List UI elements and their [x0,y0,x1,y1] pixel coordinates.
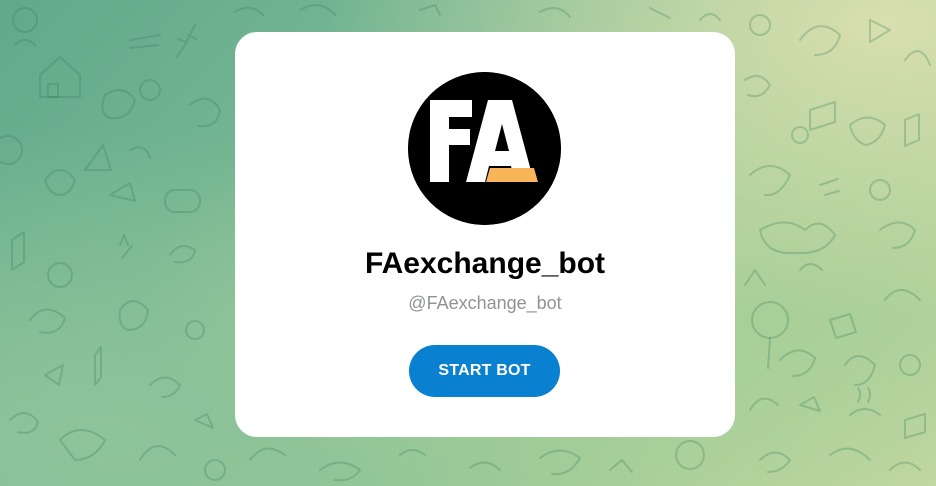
bot-name: FAexchange_bot [364,247,606,280]
bot-username: @FAexchange_bot [408,293,562,313]
bot-avatar [408,72,561,225]
chat-background: FAexchange_bot @FAexchange_bot START BOT [0,0,936,486]
start-bot-button[interactable]: START BOT [409,345,560,397]
bot-card: FAexchange_bot @FAexchange_bot START BOT [235,32,735,437]
fa-logo-icon [408,72,561,225]
